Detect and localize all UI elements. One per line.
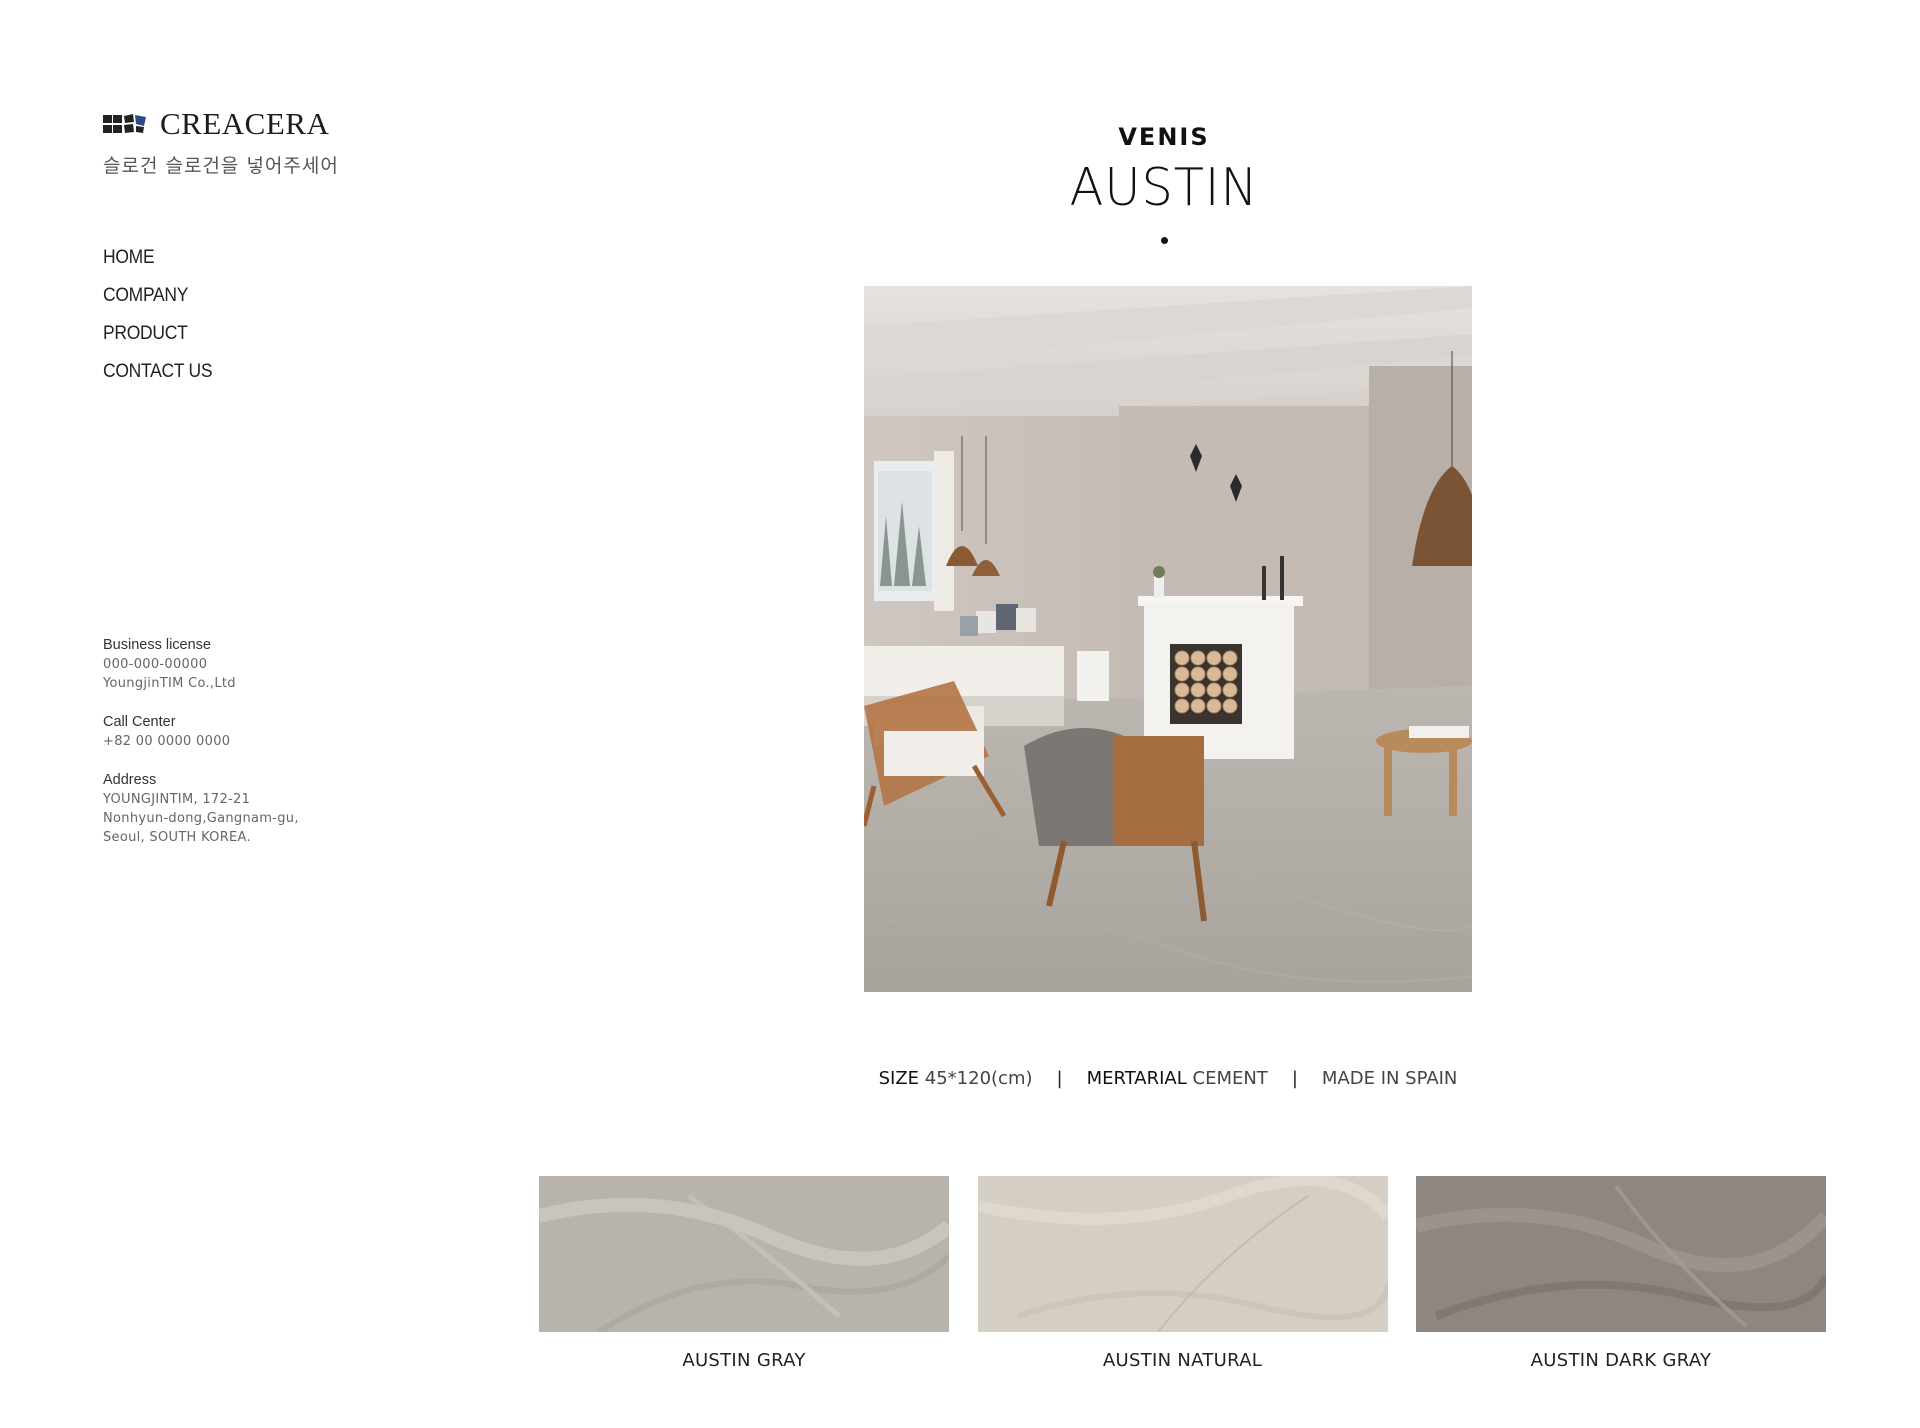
room-scene-illustration — [864, 286, 1472, 992]
swatch-austin-gray[interactable]: AUSTIN GRAY — [539, 1176, 949, 1371]
business-license-label: Business license — [103, 637, 211, 653]
swatch-label: AUSTIN NATURAL — [1102, 1350, 1263, 1371]
size-label: SIZE — [878, 1068, 920, 1089]
business-license-number: 000-000-00000 — [103, 657, 208, 672]
nav-item-product[interactable]: PRODUCT — [103, 322, 397, 360]
nav-item-company[interactable]: COMPANY — [103, 284, 397, 322]
nav-item-contact-us[interactable]: CONTACT US — [103, 360, 397, 398]
swatch-label: AUSTIN DARK GRAY — [1530, 1350, 1712, 1371]
material-label: MERTARIAL — [1086, 1068, 1187, 1089]
title-dot — [1160, 237, 1168, 244]
logo[interactable]: CREACERA — [103, 108, 423, 140]
origin-value: MADE IN SPAIN — [1321, 1068, 1458, 1089]
call-center-number: +82 00 0000 0000 — [103, 734, 231, 749]
swatch-austin-natural[interactable]: AUSTIN NATURAL — [977, 1176, 1388, 1371]
company-name: YoungjinTIM Co.,Ltd — [103, 676, 236, 691]
nav-item-home[interactable]: HOME — [103, 246, 397, 284]
material-value: CEMENT — [1192, 1068, 1268, 1089]
swatch-label: AUSTIN GRAY — [682, 1350, 806, 1371]
collection-name: VENIS — [1118, 123, 1210, 151]
product-title: AUSTIN — [1069, 158, 1259, 218]
product-header: VENIS AUSTIN — [864, 120, 1464, 244]
company-info: Business license 000-000-00000 YoungjinT… — [103, 636, 363, 867]
call-center-block: Call Center +82 00 0000 0000 — [103, 713, 363, 751]
sidebar: CREACERA 슬로건 슬로건을 넣어주세어 HOME COMPANY PRO… — [103, 108, 423, 398]
address-line: YOUNGJINTIM, 172-21 — [103, 792, 251, 807]
call-center-label: Call Center — [103, 714, 176, 730]
address-line: Seoul, SOUTH KOREA. — [103, 830, 251, 845]
main-nav: HOME COMPANY PRODUCT CONTACT US — [103, 246, 423, 398]
address-label: Address — [103, 772, 157, 788]
spec-separator: | — [1056, 1068, 1063, 1089]
address-line: Nonhyun-dong,Gangnam-gu, — [103, 811, 299, 826]
swatch-gray-image — [539, 1176, 949, 1332]
spec-separator: | — [1291, 1068, 1298, 1089]
swatch-natural-image — [977, 1176, 1388, 1332]
logo-text: CREACERA — [160, 106, 330, 141]
swatch-austin-dark-gray[interactable]: AUSTIN DARK GRAY — [1416, 1176, 1826, 1371]
product-specs: SIZE 45*120(cm) | MERTARIAL CEMENT | MAD… — [864, 1068, 1472, 1089]
logo-mark-icon — [103, 114, 146, 133]
size-value: 45*120(cm) — [924, 1068, 1033, 1089]
slogan: 슬로건 슬로건을 넣어주세어 — [103, 155, 339, 177]
color-swatches: AUSTIN GRAY AUSTIN NATURAL AUSTIN DARK G… — [539, 1176, 1826, 1371]
swatch-dark-gray-image — [1416, 1176, 1826, 1332]
room-scene-image — [864, 286, 1472, 992]
business-license-block: Business license 000-000-00000 YoungjinT… — [103, 636, 363, 693]
address-block: Address YOUNGJINTIM, 172-21 Nonhyun-dong… — [103, 771, 363, 847]
